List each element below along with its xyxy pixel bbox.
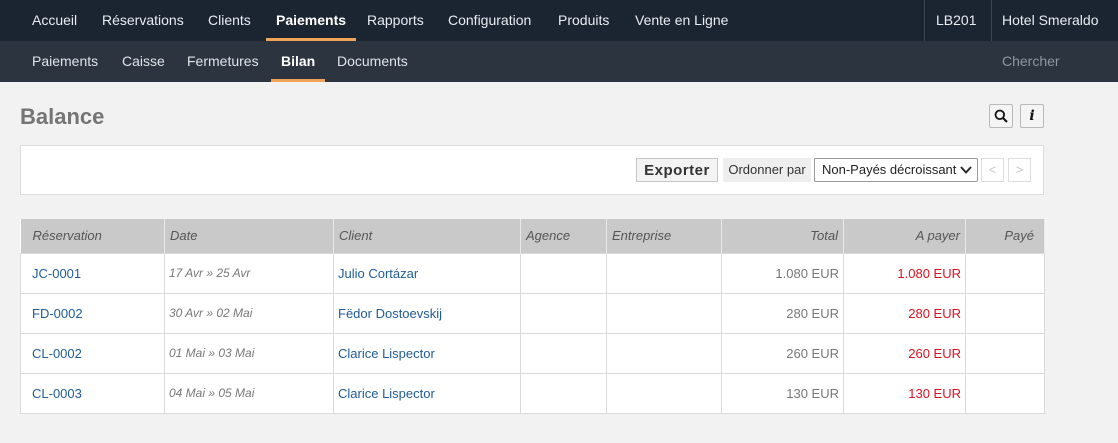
total-cell: 1.080 EUR bbox=[721, 252, 844, 294]
info-icon: i bbox=[1029, 108, 1035, 124]
column-header-due[interactable]: A payer bbox=[843, 219, 966, 253]
subnav-item-documents[interactable]: Documents bbox=[337, 41, 408, 82]
reservation-cell: CL-0003 bbox=[20, 372, 165, 414]
column-header-paid[interactable]: Payé bbox=[965, 219, 1045, 253]
search-icon bbox=[994, 109, 1008, 123]
client-link[interactable]: Fëdor Dostoevskij bbox=[338, 306, 442, 321]
export-button[interactable]: Exporter bbox=[636, 158, 718, 182]
date-cell: 17 Avr » 25 Avr bbox=[164, 252, 334, 294]
search-input[interactable] bbox=[1002, 51, 1102, 71]
due-cell: 130 EUR bbox=[843, 372, 966, 414]
table-row: CL-0002 01 Mai » 03 Mai Clarice Lispecto… bbox=[20, 332, 1045, 374]
topnav-item-produits[interactable]: Produits bbox=[558, 0, 609, 41]
info-button[interactable]: i bbox=[1020, 104, 1044, 128]
company-cell bbox=[606, 332, 722, 374]
date-cell: 04 Mai » 05 Mai bbox=[164, 372, 334, 414]
paid-cell bbox=[965, 292, 1045, 334]
subnav-item-paiements[interactable]: Paiements bbox=[32, 41, 98, 82]
agency-cell bbox=[520, 252, 607, 294]
total-cell: 130 EUR bbox=[721, 372, 844, 414]
client-link[interactable]: Clarice Lispector bbox=[338, 386, 435, 401]
client-cell: Clarice Lispector bbox=[333, 372, 521, 414]
balance-table: Réservation Date Client Agence Entrepris… bbox=[20, 219, 1045, 414]
topnav-item-rapports[interactable]: Rapports bbox=[367, 0, 424, 41]
client-link[interactable]: Julio Cortázar bbox=[338, 266, 418, 281]
topnav-divider bbox=[991, 0, 992, 41]
top-navigation: Accueil Réservations Clients Paiements R… bbox=[0, 0, 1118, 41]
column-header-total[interactable]: Total bbox=[721, 219, 844, 253]
column-header-reservation[interactable]: Réservation bbox=[20, 219, 165, 253]
next-page-button[interactable]: > bbox=[1008, 158, 1031, 182]
reservation-link[interactable]: FD-0002 bbox=[32, 306, 83, 321]
company-cell bbox=[606, 372, 722, 414]
paid-cell bbox=[965, 372, 1045, 414]
topnav-item-clients[interactable]: Clients bbox=[208, 0, 251, 41]
topnav-item-vente-en-ligne[interactable]: Vente en Ligne bbox=[635, 0, 728, 41]
reservation-link[interactable]: CL-0003 bbox=[32, 386, 82, 401]
user-code[interactable]: LB201 bbox=[936, 0, 976, 41]
client-cell: Clarice Lispector bbox=[333, 332, 521, 374]
topnav-item-accueil[interactable]: Accueil bbox=[32, 0, 77, 41]
chevron-down-icon bbox=[960, 166, 972, 174]
sort-select-value: Non-Payés décroissant bbox=[822, 162, 957, 177]
topnav-divider bbox=[924, 0, 925, 41]
topnav-item-paiements[interactable]: Paiements bbox=[265, 0, 357, 41]
client-cell: Fëdor Dostoevskij bbox=[333, 292, 521, 334]
reservation-cell: CL-0002 bbox=[20, 332, 165, 374]
paid-cell bbox=[965, 332, 1045, 374]
client-cell: Julio Cortázar bbox=[333, 252, 521, 294]
subnav-item-bilan[interactable]: Bilan bbox=[270, 41, 326, 82]
date-cell: 30 Avr » 02 Mai bbox=[164, 292, 334, 334]
topnav-item-configuration[interactable]: Configuration bbox=[448, 0, 531, 41]
agency-cell bbox=[520, 332, 607, 374]
client-link[interactable]: Clarice Lispector bbox=[338, 346, 435, 361]
due-cell: 260 EUR bbox=[843, 332, 966, 374]
date-cell: 01 Mai » 03 Mai bbox=[164, 332, 334, 374]
subnav-item-caisse[interactable]: Caisse bbox=[122, 41, 165, 82]
due-cell: 280 EUR bbox=[843, 292, 966, 334]
secondary-navigation: Paiements Caisse Fermetures Bilan Docume… bbox=[0, 41, 1118, 82]
agency-cell bbox=[520, 292, 607, 334]
reservation-link[interactable]: CL-0002 bbox=[32, 346, 82, 361]
column-header-date[interactable]: Date bbox=[164, 219, 334, 253]
prev-page-button[interactable]: < bbox=[981, 158, 1004, 182]
toolbar-panel: Exporter Ordonner par Non-Payés décroiss… bbox=[20, 145, 1044, 195]
hotel-name[interactable]: Hotel Smeraldo bbox=[1002, 0, 1099, 41]
search-button[interactable] bbox=[989, 104, 1013, 128]
topnav-item-reservations[interactable]: Réservations bbox=[102, 0, 184, 41]
company-cell bbox=[606, 292, 722, 334]
total-cell: 280 EUR bbox=[721, 292, 844, 334]
company-cell bbox=[606, 252, 722, 294]
column-header-company[interactable]: Entreprise bbox=[606, 219, 722, 253]
table-row: FD-0002 30 Avr » 02 Mai Fëdor Dostoevski… bbox=[20, 292, 1045, 334]
reservation-cell: FD-0002 bbox=[20, 292, 165, 334]
sort-select[interactable]: Non-Payés décroissant bbox=[814, 158, 978, 182]
table-row: CL-0003 04 Mai » 05 Mai Clarice Lispecto… bbox=[20, 372, 1045, 414]
paid-cell bbox=[965, 252, 1045, 294]
subnav-item-fermetures[interactable]: Fermetures bbox=[187, 41, 259, 82]
sort-label: Ordonner par bbox=[723, 158, 811, 182]
table-header-row: Réservation Date Client Agence Entrepris… bbox=[20, 219, 1045, 253]
agency-cell bbox=[520, 372, 607, 414]
reservation-cell: JC-0001 bbox=[20, 252, 165, 294]
reservation-link[interactable]: JC-0001 bbox=[32, 266, 81, 281]
due-cell: 1.080 EUR bbox=[843, 252, 966, 294]
total-cell: 260 EUR bbox=[721, 332, 844, 374]
column-header-agency[interactable]: Agence bbox=[520, 219, 607, 253]
page-title: Balance bbox=[20, 104, 105, 129]
table-row: JC-0001 17 Avr » 25 Avr Julio Cortázar 1… bbox=[20, 252, 1045, 294]
column-header-client[interactable]: Client bbox=[333, 219, 521, 253]
